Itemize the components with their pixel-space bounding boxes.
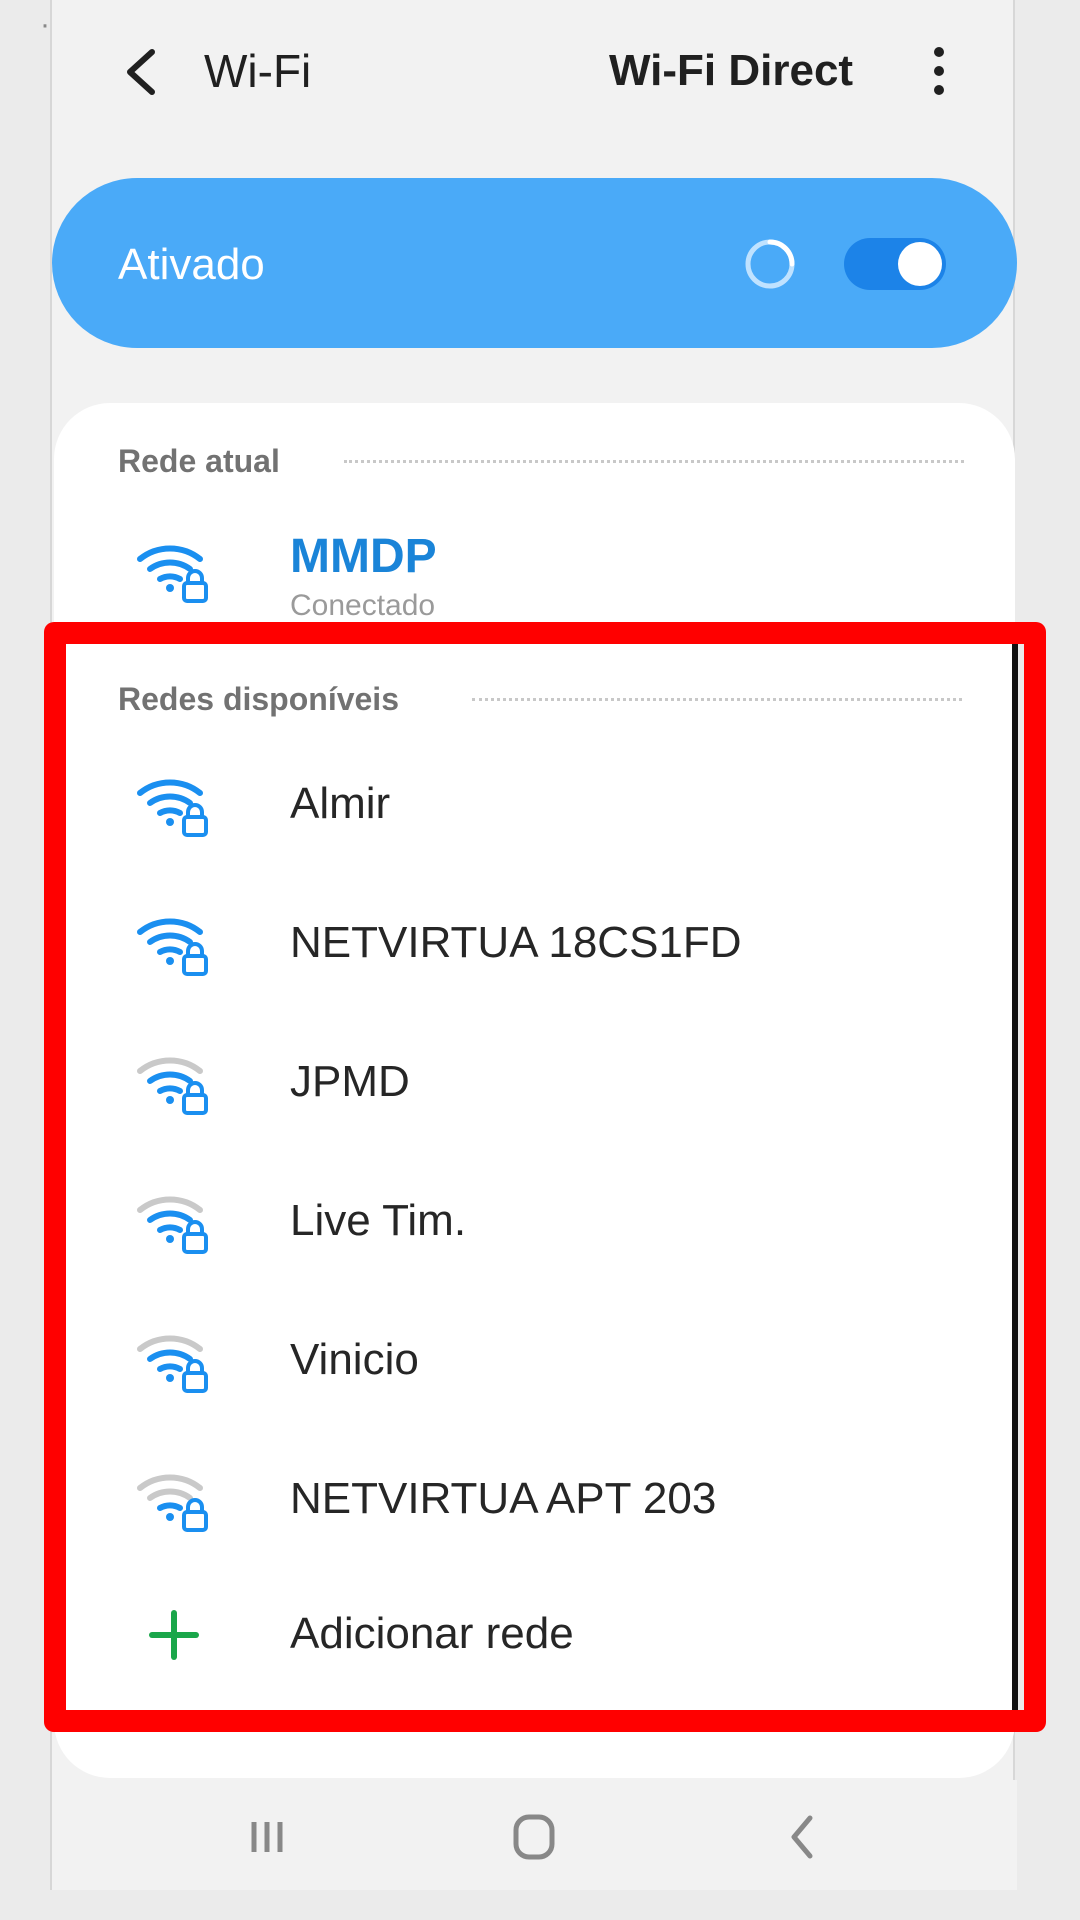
wifi-settings-screen: Wi-Fi Wi-Fi Direct Ativado Rede atual MM… bbox=[50, 0, 1017, 1890]
wifi-signal-locked-icon bbox=[134, 1184, 214, 1256]
network-row[interactable]: Live Tim. bbox=[54, 1156, 1015, 1286]
add-network-label: Adicionar rede bbox=[290, 1609, 574, 1658]
network-row[interactable]: Almir bbox=[54, 739, 1015, 869]
wifi-signal-locked-icon bbox=[134, 906, 214, 978]
wifi-signal-locked-icon bbox=[134, 767, 214, 839]
home-icon bbox=[513, 1814, 555, 1860]
network-name: NETVIRTUA APT 203 bbox=[290, 1474, 717, 1523]
scanning-spinner-icon bbox=[742, 236, 798, 292]
network-name: NETVIRTUA 18CS1FD bbox=[290, 918, 742, 967]
master-toggle-label: Ativado bbox=[118, 240, 265, 289]
wifi-signal-locked-icon bbox=[134, 1462, 214, 1534]
wifi-direct-button[interactable]: Wi-Fi Direct bbox=[609, 46, 853, 96]
wifi-signal-locked-icon bbox=[134, 533, 214, 605]
section-divider bbox=[472, 698, 962, 701]
home-button[interactable] bbox=[499, 1802, 569, 1872]
wifi-master-toggle-bar[interactable]: Ativado bbox=[52, 178, 1017, 348]
app-bar: Wi-Fi Wi-Fi Direct bbox=[52, 0, 1013, 150]
add-network-row[interactable]: Adicionar rede bbox=[54, 1569, 1015, 1699]
networks-card: Rede atual MMDP Conectado Redes disponív… bbox=[54, 403, 1015, 1778]
system-nav-bar bbox=[52, 1780, 1017, 1890]
screen-edge-mark: · bbox=[40, 8, 50, 41]
recents-icon bbox=[251, 1822, 283, 1852]
switch-knob bbox=[898, 242, 942, 286]
wifi-switch[interactable] bbox=[844, 238, 946, 290]
network-row[interactable]: NETVIRTUA 18CS1FD bbox=[54, 878, 1015, 1008]
highlight-shadow bbox=[1012, 636, 1018, 1712]
available-networks-section-label: Redes disponíveis bbox=[118, 681, 399, 717]
network-name: Almir bbox=[290, 779, 391, 828]
current-network-row[interactable]: MMDP Conectado bbox=[54, 503, 1015, 633]
network-row[interactable]: Vinicio bbox=[54, 1295, 1015, 1425]
current-network-section-label: Rede atual bbox=[118, 443, 280, 479]
current-network-status: Conectado bbox=[290, 589, 436, 622]
network-row[interactable]: NETVIRTUA APT 203 bbox=[54, 1434, 1015, 1564]
plus-icon bbox=[144, 1605, 204, 1665]
network-name: JPMD bbox=[290, 1057, 410, 1106]
more-vert-icon bbox=[934, 47, 944, 95]
wifi-signal-locked-icon bbox=[134, 1323, 214, 1395]
page-title: Wi-Fi bbox=[204, 45, 312, 97]
recent-apps-button[interactable] bbox=[232, 1802, 302, 1872]
back-nav-button[interactable] bbox=[768, 1802, 838, 1872]
network-row[interactable]: JPMD bbox=[54, 1017, 1015, 1147]
back-chevron-icon bbox=[791, 1815, 813, 1859]
back-button[interactable] bbox=[112, 40, 172, 104]
section-divider bbox=[344, 460, 964, 463]
network-name: Vinicio bbox=[290, 1335, 419, 1384]
current-network-name: MMDP bbox=[290, 530, 437, 583]
wifi-signal-locked-icon bbox=[134, 1045, 214, 1117]
back-arrow-icon bbox=[127, 49, 155, 95]
more-options-button[interactable] bbox=[914, 38, 964, 104]
network-name: Live Tim. bbox=[290, 1196, 467, 1245]
